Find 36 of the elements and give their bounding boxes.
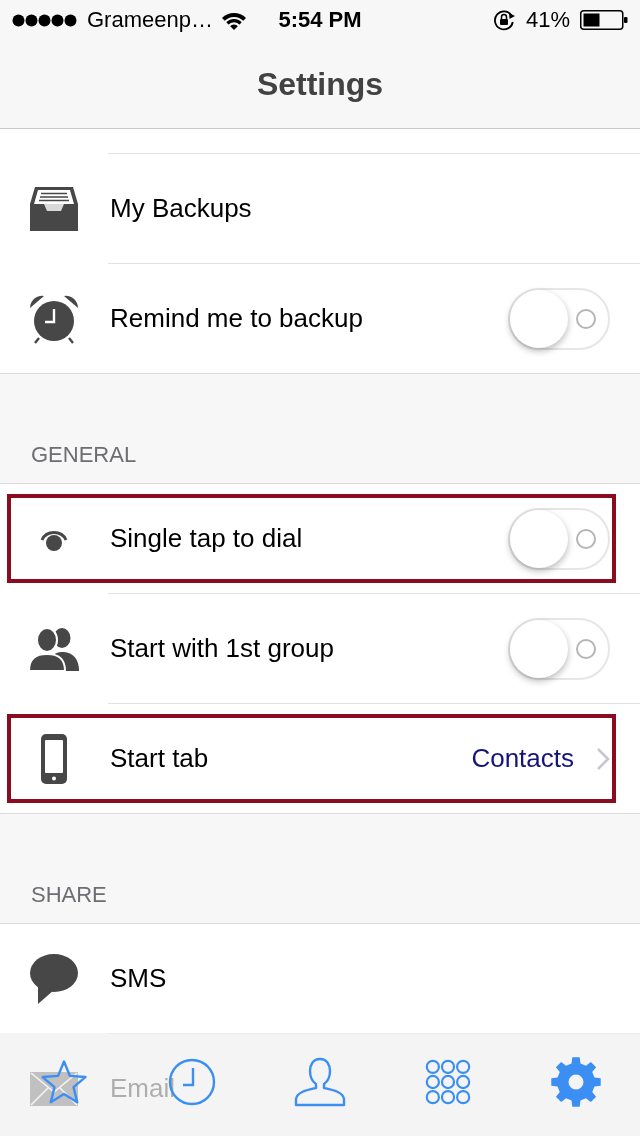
toggle-switch[interactable] [508, 507, 610, 570]
row-label: Remind me to backup [110, 303, 363, 334]
status-time: 5:54 PM [278, 7, 362, 33]
person-icon [293, 1056, 347, 1107]
ring-icon [576, 528, 596, 549]
tab[interactable] [39, 1057, 89, 1106]
speech-bubble-icon [30, 953, 78, 1004]
people-icon [29, 626, 79, 671]
section-header: SHARE [31, 882, 107, 908]
row-label: SMS [110, 963, 167, 994]
row-label: Start with 1st group [110, 633, 334, 664]
chevron-icon [596, 746, 610, 771]
row-label: Start tab [110, 743, 209, 774]
tab[interactable] [425, 1058, 471, 1105]
toggle-switch[interactable] [508, 287, 610, 350]
wifi-icon [221, 10, 246, 30]
battery-icon [580, 10, 628, 30]
signal-icon [12, 13, 78, 27]
screen-title: Settings [256, 65, 384, 103]
phone-icon [41, 733, 67, 784]
tab[interactable] [293, 1056, 347, 1107]
ring-icon [576, 308, 596, 329]
toggle-switch[interactable] [508, 617, 610, 680]
section-header: GENERAL [31, 442, 137, 468]
row-label: My Backups [110, 193, 252, 224]
row-label: Single tap to dial [110, 523, 303, 554]
rotation-lock-icon [491, 9, 516, 31]
tray-icon [30, 186, 78, 231]
battery-percent: 41% [525, 7, 570, 33]
ring-icon [576, 638, 596, 659]
star-icon [39, 1057, 89, 1106]
carrier-name: Grameenp… [87, 7, 213, 33]
row-value: Contacts [471, 743, 574, 774]
tab[interactable] [550, 1055, 602, 1108]
keypad-icon [425, 1058, 471, 1105]
gear-icon [550, 1055, 602, 1108]
